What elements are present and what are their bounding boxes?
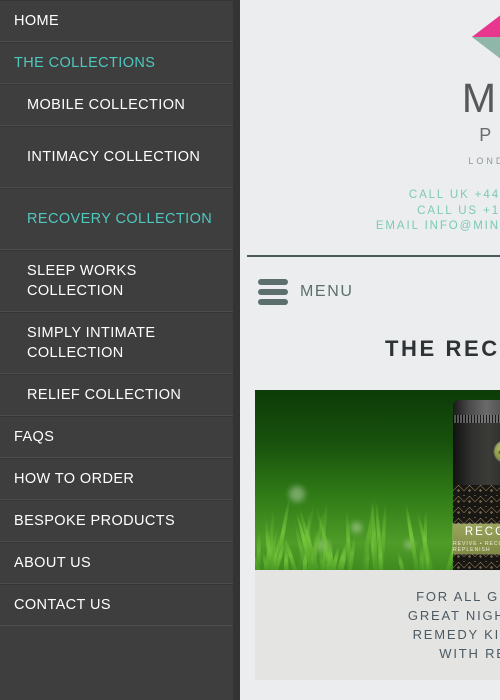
product-description-line: FOR ALL GUESTS WHO [255, 587, 500, 606]
page-content: MIN PRO LONDON • N CALL UK +44 CALL US +… [247, 0, 500, 700]
sidebar-item-intimacy-collection[interactable]: INTIMACY COLLECTION [0, 126, 233, 188]
sidebar-item-label: SIMPLY INTIMATE COLLECTION [27, 323, 223, 363]
sidebar-item-relief-collection[interactable]: RELIEF COLLECTION [0, 374, 233, 416]
tin-body: RECOVERY REVIVE • RECOVER • REPLENISH [453, 423, 500, 570]
grass-blade [396, 551, 406, 570]
sidebar-item-label: FAQS [14, 427, 54, 447]
site-logo[interactable]: MIN PRO LONDON • N [395, 8, 500, 166]
sidebar-item-simply-intimate-collection[interactable]: SIMPLY INTIMATE COLLECTION [0, 312, 233, 374]
sidebar-item-list: HOME THE COLLECTIONS MOBILE COLLECTION INTI… [0, 0, 233, 626]
site-header: MIN PRO LONDON • N CALL UK +44 CALL US +… [247, 0, 500, 255]
contact-email[interactable]: EMAIL INFO@MIN [247, 219, 500, 235]
tin-lid [453, 400, 500, 416]
product-description-line: REMEDY KIT TO HELP T [255, 625, 500, 644]
tin-ring [453, 415, 500, 423]
contact-uk-label: CALL UK [409, 189, 470, 201]
sidebar-item-label: THE COLLECTIONS [14, 53, 155, 73]
sidebar-item-contact-us[interactable]: CONTACT US [0, 584, 233, 626]
sidebar-item-label: RELIEF COLLECTION [27, 385, 181, 405]
sidebar-item-about-us[interactable]: ABOUT US [0, 542, 233, 584]
logo-subtitle: PRO [395, 125, 500, 146]
sidebar-item-how-to-order[interactable]: HOW TO ORDER [0, 458, 233, 500]
menu-toggle-label: MENU [300, 283, 354, 301]
sidebar-item-label: HOME [14, 11, 59, 31]
product-card: RECOVERY REVIVE • RECOVER • REPLENISH FO… [255, 390, 500, 680]
sidebar-item-bespoke-products[interactable]: BESPOKE PRODUCTS [0, 500, 233, 542]
product-image: RECOVERY REVIVE • RECOVER • REPLENISH [255, 390, 500, 570]
contact-us-label: CALL US [417, 205, 478, 217]
sidebar-item-label: MOBILE COLLECTION [27, 95, 185, 115]
sidebar-item-label: HOW TO ORDER [14, 469, 134, 489]
logo-locations: LONDON • N [395, 156, 500, 166]
header-contact-block: CALL UK +44 CALL US +1 EMAIL INFO@MIN [247, 188, 500, 235]
contact-us-value: +1 [483, 205, 500, 217]
sidebar-item-recovery-collection[interactable]: RECOVERY COLLECTION [0, 188, 233, 250]
sidebar-item-label: CONTACT US [14, 595, 111, 615]
sidebar-item-label: ABOUT US [14, 553, 91, 573]
contact-email-value: INFO@MIN [425, 220, 500, 232]
sidebar-item-sleep-works-collection[interactable]: SLEEP WORKS COLLECTION [0, 250, 233, 312]
logo-wordmark: MIN [395, 76, 500, 120]
contact-uk[interactable]: CALL UK +44 [247, 188, 500, 204]
sidebar-item-label: RECOVERY COLLECTION [27, 209, 212, 229]
sidebar-item-label: SLEEP WORKS COLLECTION [27, 261, 223, 301]
contact-uk-value: +44 [475, 189, 500, 201]
sidebar-item-the-collections[interactable]: THE COLLECTIONS [0, 42, 233, 84]
tin-label-title: RECOVERY [465, 526, 500, 539]
sidebar-nav: HOME THE COLLECTIONS MOBILE COLLECTION INTI… [0, 0, 240, 700]
recovery-tin: RECOVERY REVIVE • RECOVER • REPLENISH [451, 400, 500, 570]
product-description: FOR ALL GUESTS WHOGREAT NIGHT OUT, WE'VR… [255, 570, 500, 683]
sidebar-item-mobile-collection[interactable]: MOBILE COLLECTION [0, 84, 233, 126]
page-root: HOME THE COLLECTIONS MOBILE COLLECTION INTI… [0, 0, 500, 700]
sidebar-item-home[interactable]: HOME [0, 0, 233, 42]
cube-diamond-logo-icon [462, 8, 500, 66]
contact-us[interactable]: CALL US +1 [247, 204, 500, 220]
tin-emblem-icon [495, 441, 500, 462]
tin-label-tagline: REVIVE • RECOVER • REPLENISH [453, 541, 500, 553]
page-title: THE RECOVER [247, 336, 500, 362]
product-description-line: GREAT NIGHT OUT, WE'V [255, 606, 500, 625]
sidebar-item-label: BESPOKE PRODUCTS [14, 511, 175, 531]
tin-label: RECOVERY REVIVE • RECOVER • REPLENISH [453, 524, 500, 554]
sidebar-item-faqs[interactable]: FAQS [0, 416, 233, 458]
menu-toggle-button[interactable]: MENU [247, 257, 500, 327]
hamburger-menu-icon [258, 279, 288, 305]
product-description-line: WITH REVIVED E [255, 644, 500, 663]
contact-email-label: EMAIL [376, 220, 420, 232]
sidebar-item-label: INTIMACY COLLECTION [27, 147, 200, 167]
